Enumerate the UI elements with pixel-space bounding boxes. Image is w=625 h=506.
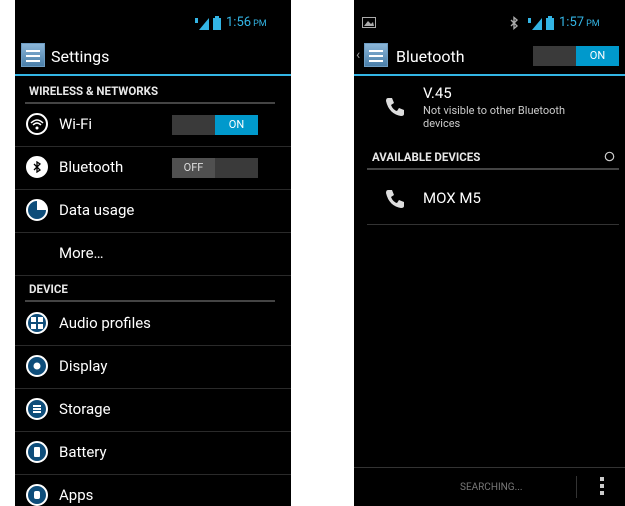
settings-item-storage[interactable]: Storage [15, 389, 291, 432]
status-time: 1:56 PM [226, 15, 267, 30]
status-bar: 1:57 PM [354, 12, 625, 34]
signal-icon [528, 18, 542, 30]
searching-button[interactable]: SEARCHING... [460, 482, 523, 493]
settings-item-label: More… [59, 244, 104, 262]
this-device-row[interactable]: V.45 Not visible to other Bluetooth devi… [354, 82, 625, 138]
audio-profiles-icon [26, 312, 48, 334]
data-usage-icon [26, 199, 48, 221]
notification-image-icon [362, 17, 376, 28]
status-time: 1:57 PM [559, 15, 600, 30]
section-header-wireless: WIRELESS & NETWORKS [15, 80, 291, 104]
settings-app-icon [21, 43, 45, 67]
settings-item-audio-profiles[interactable]: Audio profiles [15, 303, 291, 346]
display-icon [26, 355, 48, 377]
phone-icon [386, 98, 404, 116]
settings-item-label: Battery [59, 443, 107, 461]
settings-item-label: Storage [59, 400, 111, 418]
settings-item-label: Display [59, 357, 108, 375]
wifi-toggle[interactable]: ON [172, 115, 258, 135]
settings-item-bluetooth[interactable]: Bluetooth OFF [15, 147, 291, 190]
settings-item-label: Apps [59, 486, 94, 504]
settings-item-battery[interactable]: Battery [15, 432, 291, 475]
action-bar: ‹ Bluetooth ON [354, 38, 625, 76]
bluetooth-status-icon [510, 16, 519, 30]
spinner-icon [604, 151, 615, 162]
phone-icon [386, 190, 404, 208]
device-name: V.45 [423, 84, 452, 102]
signal-icon [195, 18, 209, 30]
battery-status-icon [546, 16, 554, 30]
bluetooth-master-toggle[interactable]: ON [533, 46, 619, 66]
bluetooth-screen: 1:57 PM ‹ Bluetooth ON V.45 Not visible t… [354, 0, 625, 506]
device-visibility-text: Not visible to other Bluetooth devices [423, 104, 566, 130]
bottom-action-bar: SEARCHING... [354, 467, 625, 506]
settings-item-label: Data usage [59, 201, 135, 219]
divider [576, 476, 577, 498]
status-bar: 1:56 PM [15, 12, 291, 34]
battery-status-icon [213, 16, 221, 30]
overflow-menu-icon[interactable] [600, 477, 604, 495]
settings-item-label: Wi-Fi [59, 115, 93, 133]
settings-item-display[interactable]: Display [15, 346, 291, 389]
settings-screen: 1:56 PM Settings WIRELESS & NETWORKS Wi-F… [15, 0, 291, 506]
apps-icon [26, 484, 48, 506]
wifi-icon [26, 113, 48, 135]
settings-item-data-usage[interactable]: Data usage [15, 190, 291, 233]
section-header-device: DEVICE [15, 278, 291, 302]
back-chevron-icon[interactable]: ‹ [356, 47, 360, 63]
section-header-available-devices: AVAILABLE DEVICES [354, 146, 625, 170]
battery-icon [26, 441, 48, 463]
page-title: Settings [51, 47, 110, 66]
available-device-row[interactable]: MOX M5 [367, 176, 619, 225]
page-title: Bluetooth [396, 47, 465, 66]
storage-icon [26, 398, 48, 420]
settings-item-wifi[interactable]: Wi-Fi ON [15, 104, 291, 147]
available-device-name: MOX M5 [423, 189, 481, 207]
bluetooth-icon [26, 156, 48, 178]
settings-app-icon[interactable] [364, 43, 388, 67]
bluetooth-toggle[interactable]: OFF [172, 158, 258, 178]
settings-item-more[interactable]: More… [15, 233, 291, 276]
settings-item-apps[interactable]: Apps [15, 475, 291, 506]
settings-item-label: Audio profiles [59, 314, 151, 332]
settings-item-label: Bluetooth [59, 158, 124, 176]
action-bar: Settings [15, 38, 291, 76]
